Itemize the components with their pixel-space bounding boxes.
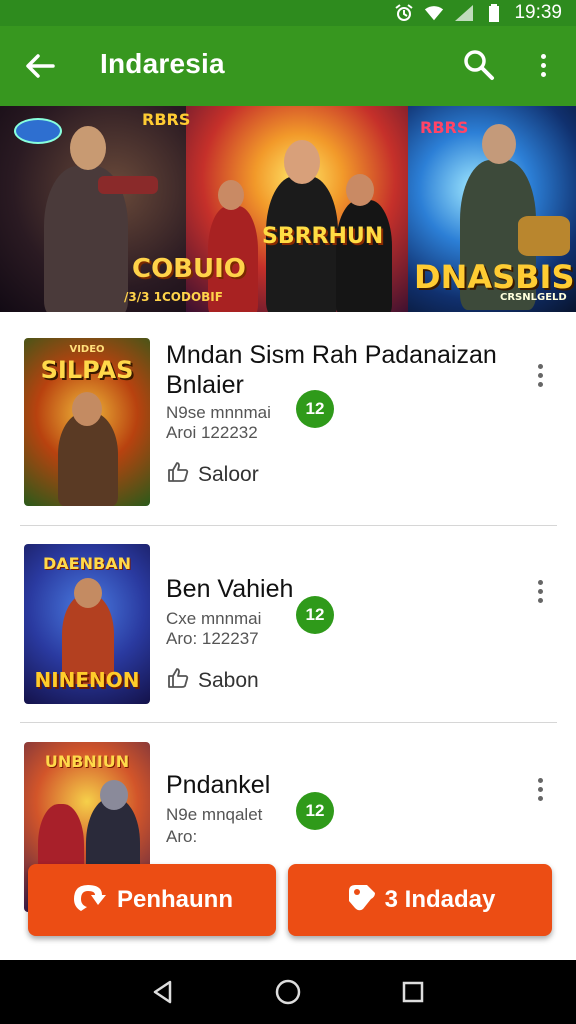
like-button[interactable]: Sabon [166, 666, 259, 696]
status-time: 19:39 [514, 2, 562, 23]
thumbnail-caption: DAENBAN [43, 554, 131, 573]
item-meta: N9se mnnmai [166, 403, 271, 422]
page-title: Indaresia [100, 48, 225, 79]
banner-caption-small: /3/3 1CODOBIF [124, 290, 223, 304]
tag-icon [345, 881, 377, 920]
item-meta: Aro: [166, 827, 198, 846]
rating-badge: 12 [296, 390, 334, 428]
item-title[interactable]: Mndan Sism Rah Padanaizan Bnlaier [166, 340, 506, 400]
share-icon [71, 881, 109, 920]
rating-badge: 12 [296, 596, 334, 634]
item-title[interactable]: Pndankel [166, 770, 270, 800]
primary-action-button[interactable]: Penhaunn [28, 864, 276, 936]
back-triangle-icon[interactable] [143, 972, 183, 1012]
secondary-action-button[interactable]: 3 Indaday [288, 864, 552, 936]
banner-caption-small: RBRS [142, 110, 191, 129]
item-more-icon[interactable] [530, 360, 550, 390]
recents-square-icon[interactable] [393, 972, 433, 1012]
primary-action-label: Penhaunn [116, 886, 233, 913]
rating-badge: 12 [296, 792, 334, 830]
item-more-icon[interactable] [530, 576, 550, 606]
banner-caption-small: CRSNLGELD [500, 292, 567, 303]
thumbs-up-icon [166, 460, 190, 490]
like-label: Sabon [198, 669, 259, 692]
back-arrow-icon[interactable] [22, 48, 58, 84]
item-meta: Aroi 122232 [166, 423, 258, 442]
home-circle-icon[interactable] [268, 972, 308, 1012]
more-vert-icon[interactable] [530, 48, 556, 82]
thumbnail-caption: VIDEO [69, 344, 105, 355]
item-thumbnail[interactable]: DAENBAN NINENON [24, 544, 150, 704]
item-more-icon[interactable] [530, 774, 550, 804]
item-title[interactable]: Ben Vahieh [166, 574, 293, 604]
thumbnail-caption: SILPAS [40, 356, 134, 384]
banner-caption: COBUIO [132, 254, 246, 284]
wifi-icon [424, 5, 444, 21]
banner-caption: SBRRHUN [262, 224, 384, 249]
thumbnail-caption: UNBNIUN [44, 752, 130, 771]
battery-icon [484, 4, 504, 22]
app-bar: Indaresia [0, 26, 576, 106]
secondary-action-label: 3 Indaday [384, 886, 496, 913]
search-icon[interactable] [462, 48, 496, 82]
list-item[interactable]: DAENBAN NINENON Ben Vahieh Cxe mnnmai Ar… [0, 526, 576, 722]
banner-caption: DNASBIS [414, 258, 575, 296]
alarm-icon [394, 4, 414, 21]
like-button[interactable]: Saloor [166, 460, 259, 490]
item-meta: N9e mnqalet [166, 805, 263, 824]
system-nav-bar [0, 960, 576, 1024]
item-thumbnail[interactable]: VIDEO SILPAS [24, 338, 150, 506]
status-bar: 19:39 [0, 0, 576, 26]
publisher-logo [14, 118, 62, 144]
item-meta: Aro: 122237 [166, 629, 259, 648]
banner-caption-small: RBRS [420, 118, 469, 137]
thumbnail-caption: NINENON [34, 668, 140, 692]
signal-icon [454, 5, 474, 21]
like-label: Saloor [198, 463, 259, 486]
thumbs-up-icon [166, 666, 190, 696]
item-meta: Cxe mnnmai [166, 609, 262, 628]
hero-banner[interactable]: RBRS RBRS COBUIO /3/3 1CODOBIF SBRRHUN D… [0, 106, 576, 312]
list-item[interactable]: VIDEO SILPAS Mndan Sism Rah Padanaizan B… [0, 312, 576, 526]
